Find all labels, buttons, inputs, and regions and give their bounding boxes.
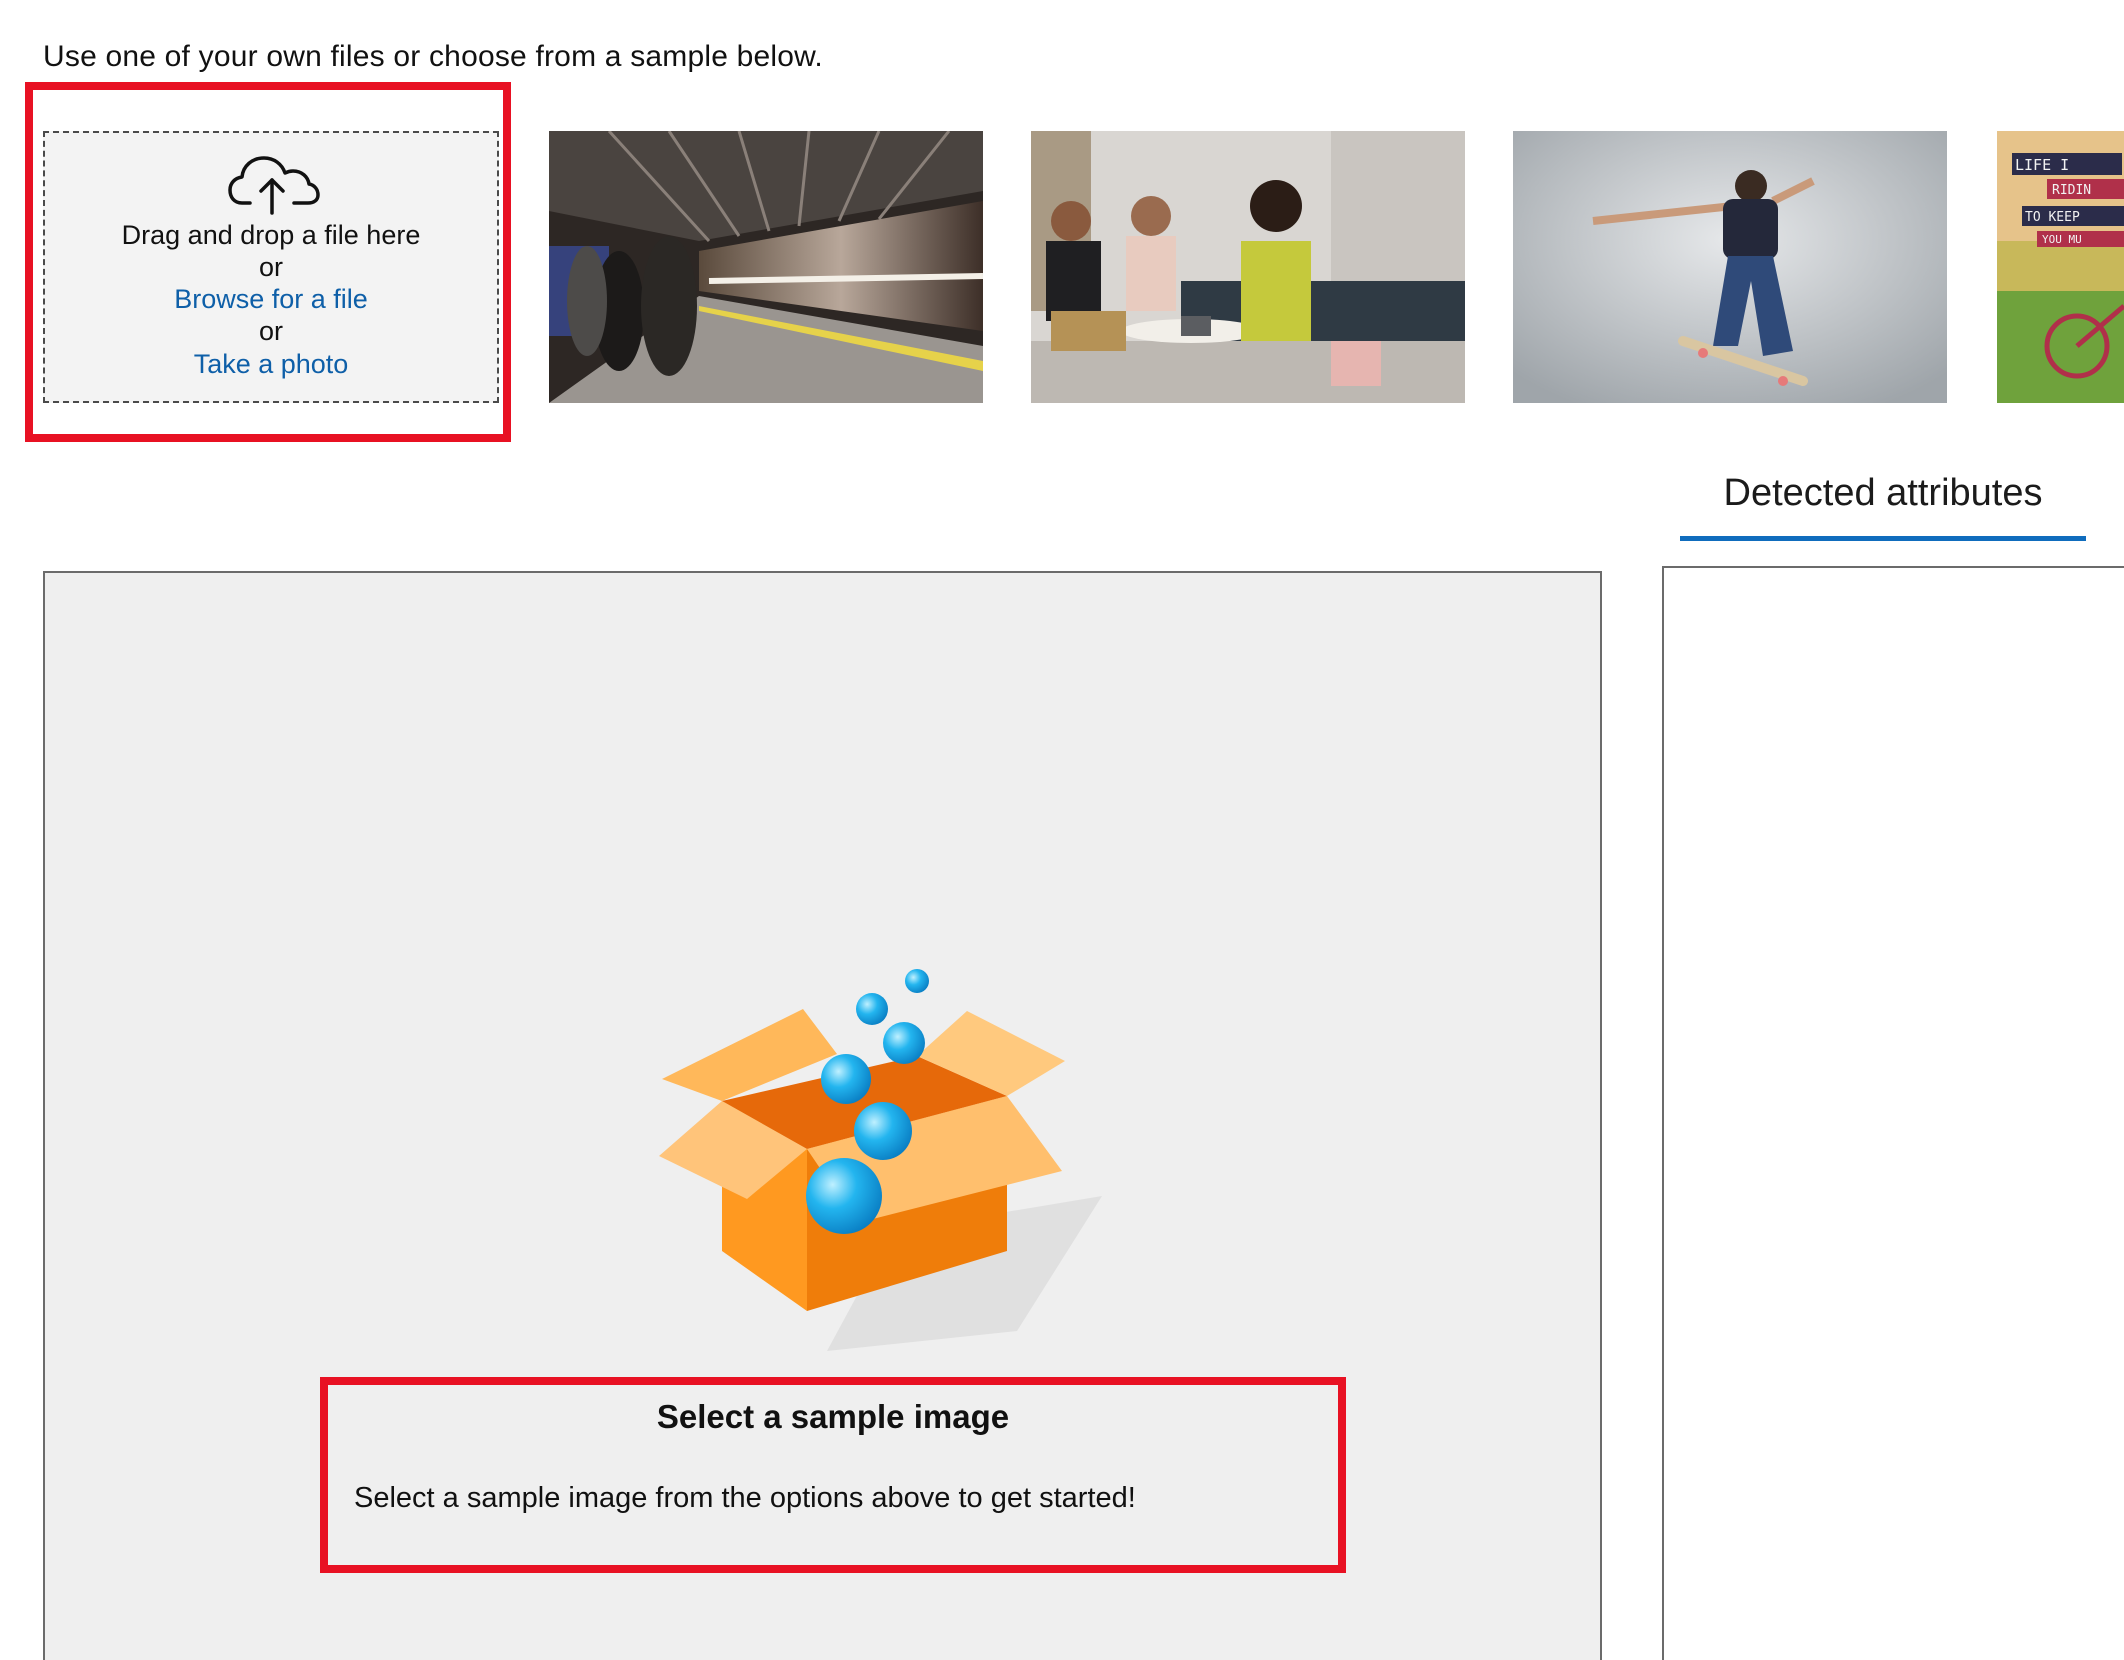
select-sample-description: Select a sample image from the options a… (354, 1482, 1136, 1514)
subway-train-image (549, 131, 983, 403)
sample-image-skateboarder[interactable] (1513, 131, 1947, 403)
detected-attributes-panel (1662, 566, 2124, 1660)
to-keep-text: TO KEEP (2025, 210, 2080, 225)
upload-highlight-frame (25, 82, 511, 442)
riding-text: RIDIN (2052, 183, 2091, 198)
skateboarder-image (1513, 131, 1947, 403)
tab-active-indicator (1680, 536, 2086, 541)
tab-detected-attributes[interactable]: Detected attributes (1680, 472, 2086, 542)
you-must-text: YOU MU (2042, 233, 2082, 246)
sample-image-subway[interactable] (549, 131, 983, 403)
page: Use one of your own files or choose from… (0, 0, 2124, 1660)
open-box-illustration (659, 969, 1102, 1351)
life-text: LIFE I (2015, 156, 2069, 174)
sample-image-meeting[interactable] (1031, 131, 1465, 403)
people-meeting-image (1031, 131, 1465, 403)
select-sample-title: Select a sample image (656, 1398, 1010, 1435)
sample-image-life-riding[interactable]: LIFE I RIDIN TO KEEP YOU MU (1997, 131, 2124, 403)
life-riding-bicycle-image: LIFE I RIDIN TO KEEP YOU MU (1997, 131, 2124, 403)
instruction-text: Use one of your own files or choose from… (43, 40, 823, 73)
